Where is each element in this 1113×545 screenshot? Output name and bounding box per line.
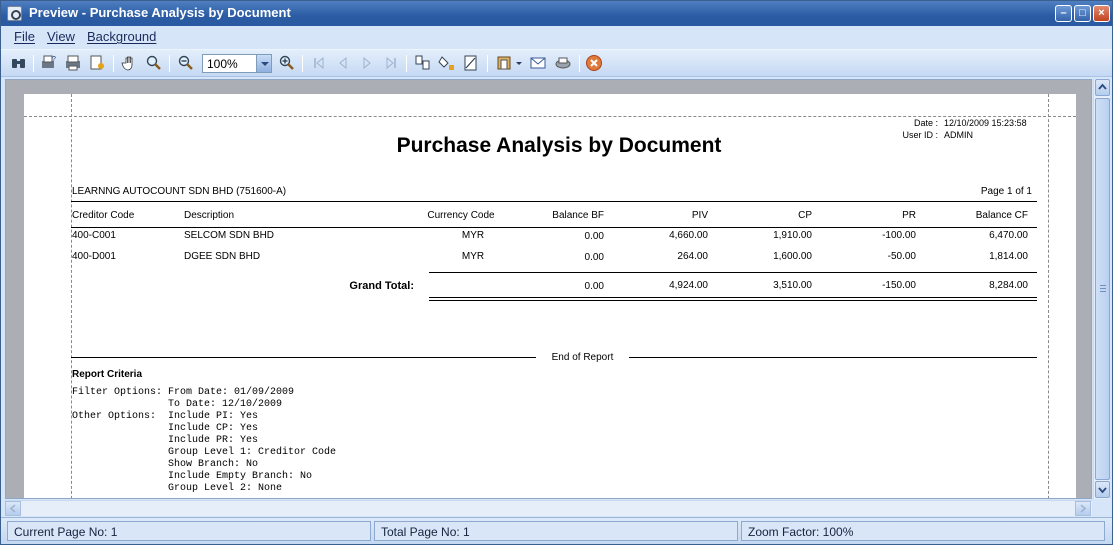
end-of-report: End of Report — [551, 352, 614, 363]
criteria-line-2: To Date: 12/10/2009 — [72, 399, 283, 410]
first-page-icon[interactable] — [310, 54, 328, 72]
find-icon[interactable] — [10, 54, 28, 72]
table-row-2-code: 400-D001 — [72, 251, 116, 262]
page-info: Page 1 of 1 — [980, 186, 1032, 197]
user-id-label: User ID : — [902, 130, 938, 140]
chevron-up-icon — [1098, 83, 1107, 90]
chevron-left-icon — [9, 504, 16, 513]
col-cp: CP — [798, 210, 812, 221]
open-icon[interactable] — [554, 54, 572, 72]
col-piv: PIV — [691, 210, 708, 221]
minimize-button[interactable]: – — [1055, 5, 1072, 22]
scroll-down-button[interactable] — [1095, 481, 1110, 498]
table-row-1-piv: 4,660.00 — [669, 230, 708, 241]
table-row-1-balance-bf: 0.00 — [584, 231, 604, 242]
status-bar: Current Page No: 1 Total Page No: 1 Zoom… — [1, 517, 1112, 544]
col-balance-cf: Balance CF — [975, 210, 1028, 221]
criteria-line-4: Include CP: Yes — [72, 423, 259, 434]
grand-total-balance-bf: 0.00 — [584, 281, 604, 292]
table-row-2-cp: 1,600.00 — [773, 251, 812, 262]
table-row-2-piv: 264.00 — [677, 251, 708, 262]
table-row-1-balance-cf: 6,470.00 — [989, 230, 1028, 241]
col-currency-code: Currency Code — [427, 210, 495, 221]
scroll-left-button[interactable] — [5, 501, 21, 516]
table-row-1-description: SELCOM SDN BHD — [184, 230, 275, 241]
maximize-button[interactable]: □ — [1074, 5, 1091, 22]
criteria-line-5: Include PR: Yes — [72, 435, 259, 446]
status-current-page: Current Page No: 1 — [7, 521, 371, 541]
svg-text:?: ? — [52, 56, 56, 63]
export-icon[interactable] — [495, 54, 513, 72]
table-row-2-balance-bf: 0.00 — [584, 252, 604, 263]
report-page: Date : 12/10/2009 15:23:58 User ID : ADM… — [24, 94, 1076, 498]
criteria-line-7: Show Branch: No — [72, 459, 259, 470]
report-title: Purchase Analysis by Document — [396, 134, 722, 157]
magnifier-icon[interactable] — [145, 54, 163, 72]
criteria-line-6: Group Level 1: Creditor Code — [72, 447, 337, 458]
table-row-1-pr: -100.00 — [882, 230, 916, 241]
export-dropdown-icon[interactable] — [514, 54, 524, 72]
menu-view[interactable]: View — [47, 29, 75, 44]
previous-page-icon[interactable] — [334, 54, 352, 72]
grand-total-piv: 4,924.00 — [669, 280, 708, 291]
user-id-value: ADMIN — [944, 130, 973, 140]
table-row-1-cp: 1,910.00 — [773, 230, 812, 241]
grand-total-label: Grand Total: — [349, 280, 414, 292]
email-icon[interactable] — [529, 54, 547, 72]
horizontal-scrollbar[interactable] — [5, 500, 1092, 516]
window-title: Preview - Purchase Analysis by Document — [29, 5, 291, 20]
scroll-thumb[interactable] — [1095, 98, 1110, 480]
grand-total-balance-cf: 8,284.00 — [989, 280, 1028, 291]
menu-bar: File View Background — [1, 26, 1112, 48]
scroll-right-button[interactable] — [1075, 501, 1091, 516]
toolbar: ? 100% — [1, 49, 1112, 77]
col-pr: PR — [902, 210, 916, 221]
table-row-2-description: DGEE SDN BHD — [184, 251, 261, 262]
chevron-down-icon — [1098, 487, 1107, 494]
print-icon[interactable] — [64, 54, 82, 72]
zoom-in-icon[interactable] — [278, 54, 296, 72]
col-balance-bf: Balance BF — [552, 210, 604, 221]
menu-background[interactable]: Background — [87, 29, 156, 44]
status-zoom-factor: Zoom Factor: 100% — [741, 521, 1105, 541]
table-row-2-balance-cf: 1,814.00 — [989, 251, 1028, 262]
hand-tool-icon[interactable] — [121, 54, 139, 72]
grand-total-cp: 3,510.00 — [773, 280, 812, 291]
preview-window: Preview - Purchase Analysis by Document … — [0, 0, 1113, 545]
last-page-icon[interactable] — [382, 54, 400, 72]
multiple-pages-icon[interactable] — [414, 54, 432, 72]
criteria-line-1: Filter Options: From Date: 01/09/2009 — [72, 387, 295, 398]
table-row-2-pr: -50.00 — [887, 251, 916, 262]
zoom-select[interactable]: 100% — [202, 54, 272, 73]
scroll-up-button[interactable] — [1095, 79, 1110, 96]
zoom-value: 100% — [207, 57, 238, 71]
criteria-line-8: Include Empty Branch: No — [72, 471, 313, 482]
watermark-icon[interactable] — [462, 54, 480, 72]
close-preview-icon[interactable] — [585, 54, 603, 72]
report-criteria-title: Report Criteria — [72, 369, 143, 380]
chevron-down-icon[interactable] — [256, 55, 271, 72]
next-page-icon[interactable] — [358, 54, 376, 72]
date-value: 12/10/2009 15:23:58 — [944, 118, 1027, 128]
print-setup-icon[interactable]: ? — [40, 54, 58, 72]
page-setup-icon[interactable] — [88, 54, 106, 72]
menu-file[interactable]: File — [14, 29, 35, 44]
col-description: Description — [184, 210, 235, 221]
app-icon — [7, 6, 22, 21]
vertical-scrollbar[interactable] — [1093, 79, 1110, 499]
col-creditor-code: Creditor Code — [72, 210, 135, 221]
background-color-icon[interactable] — [438, 54, 456, 72]
grand-total-pr: -150.00 — [882, 280, 916, 291]
zoom-out-icon[interactable] — [177, 54, 195, 72]
title-bar: Preview - Purchase Analysis by Document … — [1, 1, 1112, 26]
chevron-right-icon — [1080, 504, 1087, 513]
criteria-line-9: Group Level 2: None — [72, 483, 283, 494]
preview-area[interactable]: Date : 12/10/2009 15:23:58 User ID : ADM… — [5, 79, 1092, 499]
date-label: Date : — [913, 118, 938, 128]
table-row-1-code: 400-C001 — [72, 230, 116, 241]
company-name: LEARNNG AUTOCOUNT SDN BHD (751600-A) — [72, 186, 287, 197]
close-button[interactable]: × — [1093, 5, 1110, 22]
status-total-page: Total Page No: 1 — [374, 521, 738, 541]
criteria-line-3: Other Options: Include PI: Yes — [72, 411, 259, 422]
